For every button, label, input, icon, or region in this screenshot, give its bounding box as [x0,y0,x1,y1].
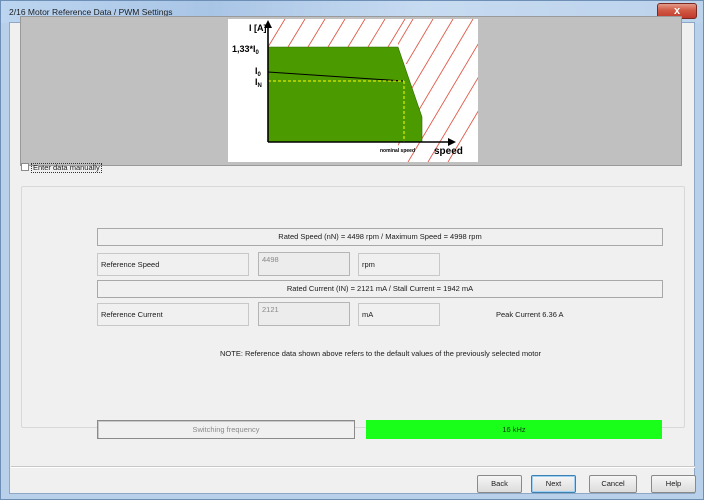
speed-info-bar: Rated Speed (nN) = 4498 rpm / Maximum Sp… [97,228,663,246]
x-axis-arrow [448,138,456,146]
upper-hatch [267,19,406,48]
switching-frequency-value[interactable]: 16 kHz [366,420,662,439]
graph-svg: I [A] 1,33*I0 I0 IN nominal speed speed [232,19,478,162]
cancel-button[interactable]: Cancel [589,475,637,493]
reference-current-input[interactable]: 2121 [258,302,350,326]
manual-entry-checkbox[interactable] [21,163,29,171]
peak-current-label: 1,33*I0 [232,44,260,56]
back-button[interactable]: Back [477,475,522,493]
x-axis-label: speed [434,146,463,157]
nominal-speed-label: nominal speed [380,148,415,154]
peak-current-text: Peak Current 6.36 A [496,310,564,319]
next-button[interactable]: Next [531,475,576,493]
switching-frequency-label: Switching frequency [97,420,355,439]
reference-speed-unit: rpm [358,253,440,276]
reference-note: NOTE: Reference data shown above refers … [220,349,542,358]
in-label: IN [255,77,262,89]
motor-characteristic-graph: I [A] 1,33*I0 I0 IN nominal speed speed [228,19,478,162]
help-button[interactable]: Help [651,475,696,493]
motor-graph-panel: I [A] 1,33*I0 I0 IN nominal speed speed [20,16,682,166]
reference-current-label: Reference Current [97,303,249,326]
reference-speed-input[interactable]: 4498 [258,252,350,276]
reference-speed-label: Reference Speed [97,253,249,276]
reference-current-unit: mA [358,303,440,326]
y-axis-label: I [A] [249,23,267,33]
manual-entry-label[interactable]: Enter data manually [31,163,102,173]
current-info-bar: Rated Current (IN) = 2121 mA / Stall Cur… [97,280,663,298]
operating-region [267,46,423,143]
button-separator [11,466,695,468]
